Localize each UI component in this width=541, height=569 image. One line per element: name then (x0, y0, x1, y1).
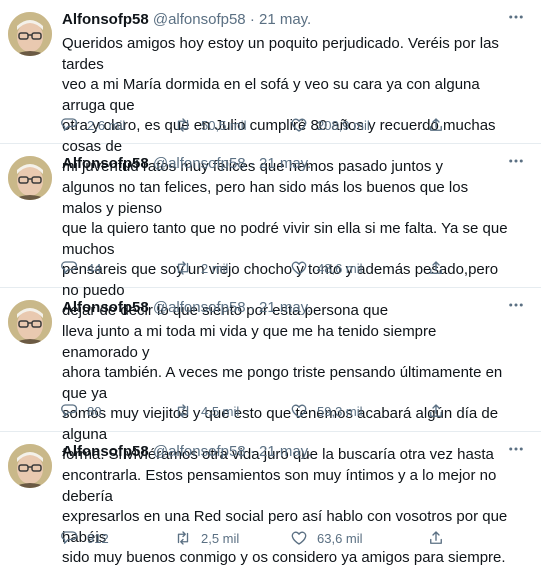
author-handle[interactable]: @alfonsofp58 (153, 155, 246, 172)
reply-count: 912 (87, 530, 109, 546)
share-button[interactable] (427, 527, 454, 549)
tweet-date[interactable]: 21 may. (259, 11, 311, 28)
share-button[interactable] (427, 400, 454, 422)
author-handle[interactable]: @alfonsofp58 (153, 299, 246, 316)
author-name[interactable]: Alfonsofp58 (62, 155, 149, 172)
separator: · (249, 11, 255, 28)
retweet-icon (177, 118, 189, 132)
reply-button[interactable]: 2,6 mil (60, 114, 125, 136)
retweet-count: 4,5 mil (201, 403, 240, 419)
tweet-actions: 80 4,5 mil 59,3 mil (60, 400, 460, 422)
tweet[interactable]: Alfonsofp58 @alfonsofp58 · 21 may. lleva… (0, 288, 541, 463)
separator: · (249, 443, 255, 460)
more-dots-icon[interactable] (505, 8, 527, 28)
more-dots-icon[interactable] (505, 296, 527, 316)
tweet-date[interactable]: 21 may. (259, 155, 311, 172)
retweet-icon (177, 531, 189, 545)
reply-icon (61, 531, 78, 544)
tweet[interactable]: Alfonsofp58 @alfonsofp58 · 21 may. algun… (0, 144, 541, 319)
reply-count: 80 (87, 403, 102, 419)
like-count: 208,9 mil (317, 117, 370, 133)
tweet-header: Alfonsofp58 @alfonsofp58 · 21 may. (62, 10, 311, 30)
tweet-header: Alfonsofp58 @alfonsofp58 · 21 may. (62, 154, 311, 174)
retweet-button[interactable]: 4,5 mil (174, 400, 239, 422)
author-handle[interactable]: @alfonsofp58 (153, 443, 246, 460)
tweet[interactable]: Alfonsofp58 @alfonsofp58 · 21 may. Queri… (0, 0, 541, 175)
reply-button[interactable]: 44 (60, 257, 101, 279)
avatar[interactable] (8, 12, 52, 56)
avatar[interactable] (8, 300, 52, 344)
more-dots-icon[interactable] (505, 152, 527, 172)
reply-count: 2,6 mil (87, 117, 126, 133)
reply-icon (61, 261, 78, 274)
author-name[interactable]: Alfonsofp58 (62, 11, 149, 28)
heart-icon (291, 404, 307, 418)
like-count: 63,6 mil (317, 530, 363, 546)
retweet-count: 50,5 mil (201, 117, 247, 133)
author-name[interactable]: Alfonsofp58 (62, 443, 149, 460)
like-button[interactable]: 63,6 mil (290, 527, 363, 549)
retweet-icon (177, 404, 189, 418)
tweet-header: Alfonsofp58 @alfonsofp58 · 21 may. (62, 298, 311, 318)
reply-icon (61, 404, 78, 417)
reply-icon (61, 118, 78, 131)
retweet-count: 2 mil (201, 260, 229, 276)
like-button[interactable]: 59,3 mil (290, 400, 363, 422)
share-icon (430, 261, 442, 274)
share-icon (430, 118, 442, 131)
share-icon (430, 404, 442, 417)
share-button[interactable] (427, 257, 454, 279)
tweet-header: Alfonsofp58 @alfonsofp58 · 21 may. (62, 442, 311, 462)
tweet-date[interactable]: 21 may. (259, 299, 311, 316)
tweet-actions: 912 2,5 mil 63,6 mil (60, 527, 460, 549)
more-dots-icon[interactable] (505, 440, 527, 460)
heart-icon (291, 531, 307, 545)
tweet-actions: 2,6 mil 50,5 mil 208,9 mil (60, 114, 460, 136)
reply-count: 44 (87, 260, 102, 276)
separator: · (249, 299, 255, 316)
tweet[interactable]: Alfonsofp58 @alfonsofp58 · 21 may. encon… (0, 432, 541, 566)
like-button[interactable]: 48,6 mil (290, 257, 363, 279)
retweet-button[interactable]: 50,5 mil (174, 114, 247, 136)
share-icon (430, 531, 442, 544)
avatar[interactable] (8, 156, 52, 200)
reply-button[interactable]: 912 (60, 527, 109, 549)
retweet-button[interactable]: 2,5 mil (174, 527, 239, 549)
like-button[interactable]: 208,9 mil (290, 114, 370, 136)
tweet-date[interactable]: 21 may. (259, 443, 311, 460)
heart-icon (291, 118, 307, 132)
retweet-count: 2,5 mil (201, 530, 240, 546)
share-button[interactable] (427, 114, 454, 136)
author-name[interactable]: Alfonsofp58 (62, 299, 149, 316)
reply-button[interactable]: 80 (60, 400, 101, 422)
heart-icon (291, 261, 307, 275)
separator: · (249, 155, 255, 172)
tweet-actions: 44 2 mil 48,6 mil (60, 257, 460, 279)
like-count: 59,3 mil (317, 403, 363, 419)
retweet-button[interactable]: 2 mil (174, 257, 228, 279)
tweet-text: encontrarla. Estos pensamientos son muy … (62, 467, 508, 566)
avatar[interactable] (8, 444, 52, 488)
like-count: 48,6 mil (317, 260, 363, 276)
retweet-icon (177, 261, 189, 275)
author-handle[interactable]: @alfonsofp58 (153, 11, 246, 28)
